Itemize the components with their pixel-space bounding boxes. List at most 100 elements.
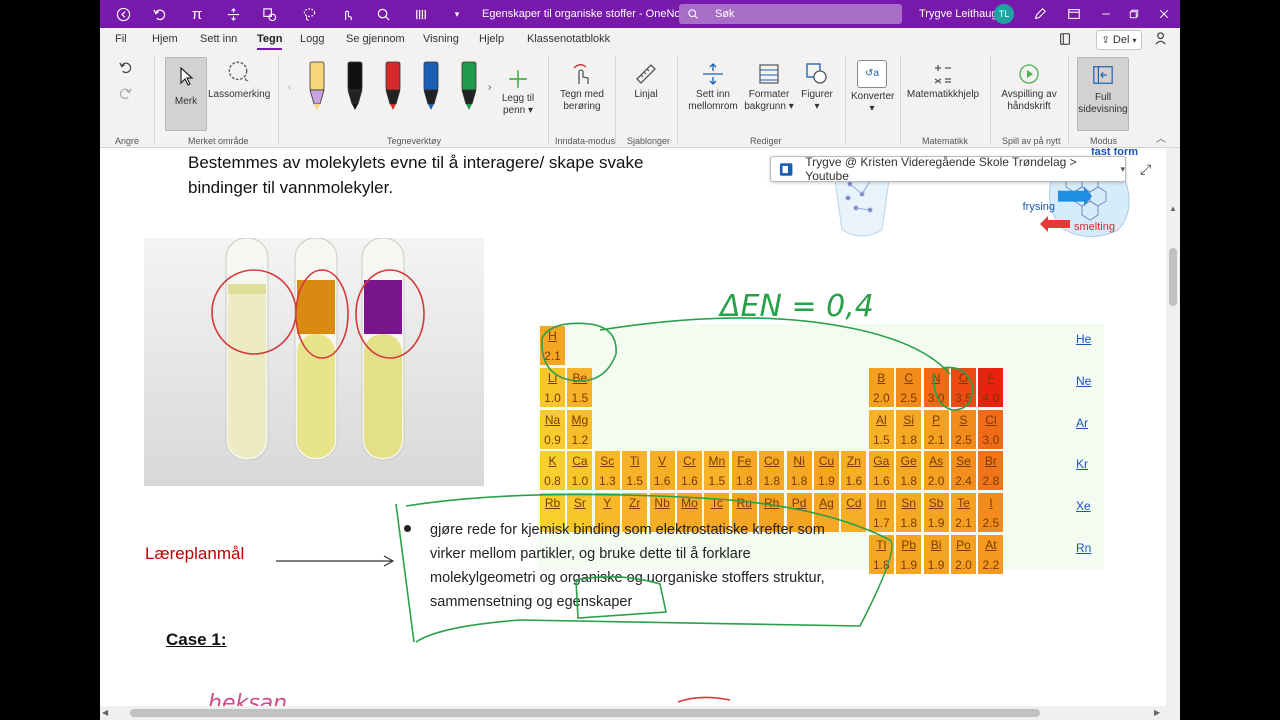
element-o[interactable]: O 3.5 — [951, 367, 976, 407]
noble-gas-xe[interactable]: Xe — [1076, 499, 1091, 513]
element-co[interactable]: Co 1.8 — [759, 451, 785, 491]
element-mg[interactable]: Mg 1.2 — [567, 409, 593, 449]
draw-with-touch-button[interactable]: Tegn med berøring — [556, 62, 608, 113]
ribbon-display-icon[interactable] — [1062, 4, 1086, 24]
tab-logg[interactable]: Logg — [300, 33, 324, 45]
element-na[interactable]: Na 0.9 — [540, 409, 565, 449]
laereplan-text[interactable]: gjøre rede for kjemisk binding som elekt… — [430, 518, 882, 614]
pen-3[interactable] — [385, 61, 401, 110]
noble-gas-ar[interactable]: Ar — [1076, 416, 1088, 430]
notebook-icon[interactable] — [1058, 32, 1072, 49]
vertical-scroll-thumb[interactable] — [1169, 248, 1177, 306]
element-k[interactable]: K 0.8 — [540, 451, 565, 491]
element-fe[interactable]: Fe 1.8 — [731, 451, 757, 491]
add-pen-button[interactable]: Legg til penn ▾ — [500, 68, 536, 117]
element-b[interactable]: B 2.0 — [868, 367, 894, 407]
element-si[interactable]: Si 1.8 — [896, 409, 922, 449]
element-ni[interactable]: Ni 1.8 — [786, 451, 812, 491]
scroll-up-icon[interactable]: ▲ — [1169, 204, 1177, 213]
back-icon[interactable] — [112, 4, 134, 24]
pen-2[interactable] — [347, 61, 363, 110]
tab-fil[interactable]: Fil — [115, 33, 127, 45]
element-te[interactable]: Te 2.1 — [951, 493, 976, 533]
collapse-ribbon-icon[interactable]: ︿ — [1156, 134, 1166, 146]
redo-button[interactable] — [118, 86, 133, 104]
vertical-scrollbar[interactable]: ▲ — [1166, 148, 1180, 706]
element-se[interactable]: Se 2.4 — [951, 451, 976, 491]
element-ge[interactable]: Ge 1.8 — [896, 451, 922, 491]
pi-icon[interactable]: π — [186, 4, 208, 24]
ruler-button[interactable]: Linjal — [625, 62, 667, 101]
horizontal-scrollbar[interactable]: ◀ ▶ — [100, 706, 1180, 720]
noble-gas-rn[interactable]: Rn — [1076, 541, 1091, 555]
element-n[interactable]: N 3.0 — [923, 367, 949, 407]
element-bi[interactable]: Bi 1.9 — [923, 535, 949, 574]
element-zn[interactable]: Zn 1.6 — [841, 451, 867, 491]
horizontal-scroll-thumb[interactable] — [130, 709, 1040, 717]
pen-1[interactable] — [309, 61, 325, 110]
scroll-right-icon[interactable]: ▶ — [1154, 708, 1160, 717]
feedback-icon[interactable] — [1154, 31, 1169, 49]
element-mn[interactable]: Mn 1.5 — [704, 451, 730, 491]
element-ca[interactable]: Ca 1.0 — [567, 451, 593, 491]
element-pb[interactable]: Pb 1.9 — [896, 535, 922, 574]
element-al[interactable]: Al 1.5 — [868, 409, 894, 449]
element-sb[interactable]: Sb 1.9 — [923, 493, 949, 533]
element-ga[interactable]: Ga 1.6 — [868, 451, 894, 491]
element-h[interactable]: H 2.1 — [540, 326, 565, 365]
full-page-view-button[interactable]: Full sidevisning — [1077, 57, 1129, 131]
select-button[interactable]: Merk — [165, 57, 207, 131]
undo-icon[interactable] — [148, 4, 170, 24]
element-c[interactable]: C 2.5 — [896, 367, 922, 407]
noble-gas-he[interactable]: He — [1076, 332, 1091, 346]
element-br[interactable]: Br 2.8 — [978, 451, 1004, 491]
restore-icon[interactable] — [1122, 4, 1146, 24]
undo-button[interactable] — [118, 60, 133, 78]
element-at[interactable]: At 2.2 — [978, 535, 1004, 574]
element-as[interactable]: As 2.0 — [923, 451, 949, 491]
tab-se-gjennom[interactable]: Se gjennom — [346, 33, 405, 45]
element-cr[interactable]: Cr 1.6 — [677, 451, 702, 491]
expand-icon[interactable]: ⤢ — [1140, 161, 1151, 178]
noble-gas-kr[interactable]: Kr — [1076, 457, 1088, 471]
tab-visning[interactable]: Visning — [423, 33, 459, 45]
element-ti[interactable]: Ti 1.5 — [622, 451, 648, 491]
ink-replay-button[interactable]: Avspilling av håndskrift — [998, 62, 1060, 113]
element-i[interactable]: I 2.5 — [978, 493, 1004, 533]
shapes-button[interactable]: Figurer ▾ — [798, 62, 836, 113]
pens-scroll-left-icon[interactable]: ‹ — [288, 82, 291, 94]
format-background-button[interactable]: Formater bakgrunn ▾ — [743, 62, 795, 113]
chevron-down-icon[interactable]: ▾ — [1120, 164, 1125, 175]
touch-draw-icon[interactable] — [336, 4, 358, 24]
customize-toolbar-icon[interactable]: ▾ — [446, 4, 468, 24]
pen-feedback-icon[interactable] — [1028, 4, 1052, 24]
search-icon[interactable] — [372, 4, 394, 24]
element-po[interactable]: Po 2.0 — [951, 535, 976, 574]
element-sn[interactable]: Sn 1.8 — [896, 493, 922, 533]
insert-space-icon[interactable] — [222, 4, 244, 24]
minimize-icon[interactable] — [1094, 4, 1118, 24]
tab-hjelp[interactable]: Hjelp — [479, 33, 504, 45]
pens-scroll-right-icon[interactable]: › — [488, 82, 491, 94]
pen-4[interactable] — [423, 61, 439, 110]
lasso-icon[interactable] — [298, 4, 320, 24]
avatar[interactable]: TL — [994, 4, 1014, 24]
lasso-select-button[interactable]: Lassomerking — [208, 60, 270, 101]
user-name[interactable]: Trygve Leithaug — [919, 8, 997, 20]
element-be[interactable]: Be 1.5 — [567, 367, 593, 407]
element-f[interactable]: F 4.0 — [978, 367, 1004, 407]
element-li[interactable]: Li 1.0 — [540, 367, 565, 407]
tab-hjem[interactable]: Hjem — [152, 33, 178, 45]
pen-5[interactable] — [461, 61, 477, 110]
element-s[interactable]: S 2.5 — [951, 409, 976, 449]
close-icon[interactable] — [1152, 4, 1176, 24]
math-assistant-button[interactable]: Matematikkhjelp — [906, 62, 980, 101]
body-text[interactable]: Bestemmes av molekylets evne til å inter… — [188, 150, 748, 200]
element-sc[interactable]: Sc 1.3 — [594, 451, 620, 491]
view-options-icon[interactable] — [410, 4, 432, 24]
insert-space-button[interactable]: Sett inn mellomrom — [685, 62, 741, 113]
noble-gas-ne[interactable]: Ne — [1076, 374, 1091, 388]
share-button[interactable]: ⇪ Del ▾ — [1096, 30, 1142, 50]
shapes-icon[interactable] — [258, 4, 280, 24]
convert-button[interactable]: ↺a Konverter ▾ — [851, 60, 894, 115]
